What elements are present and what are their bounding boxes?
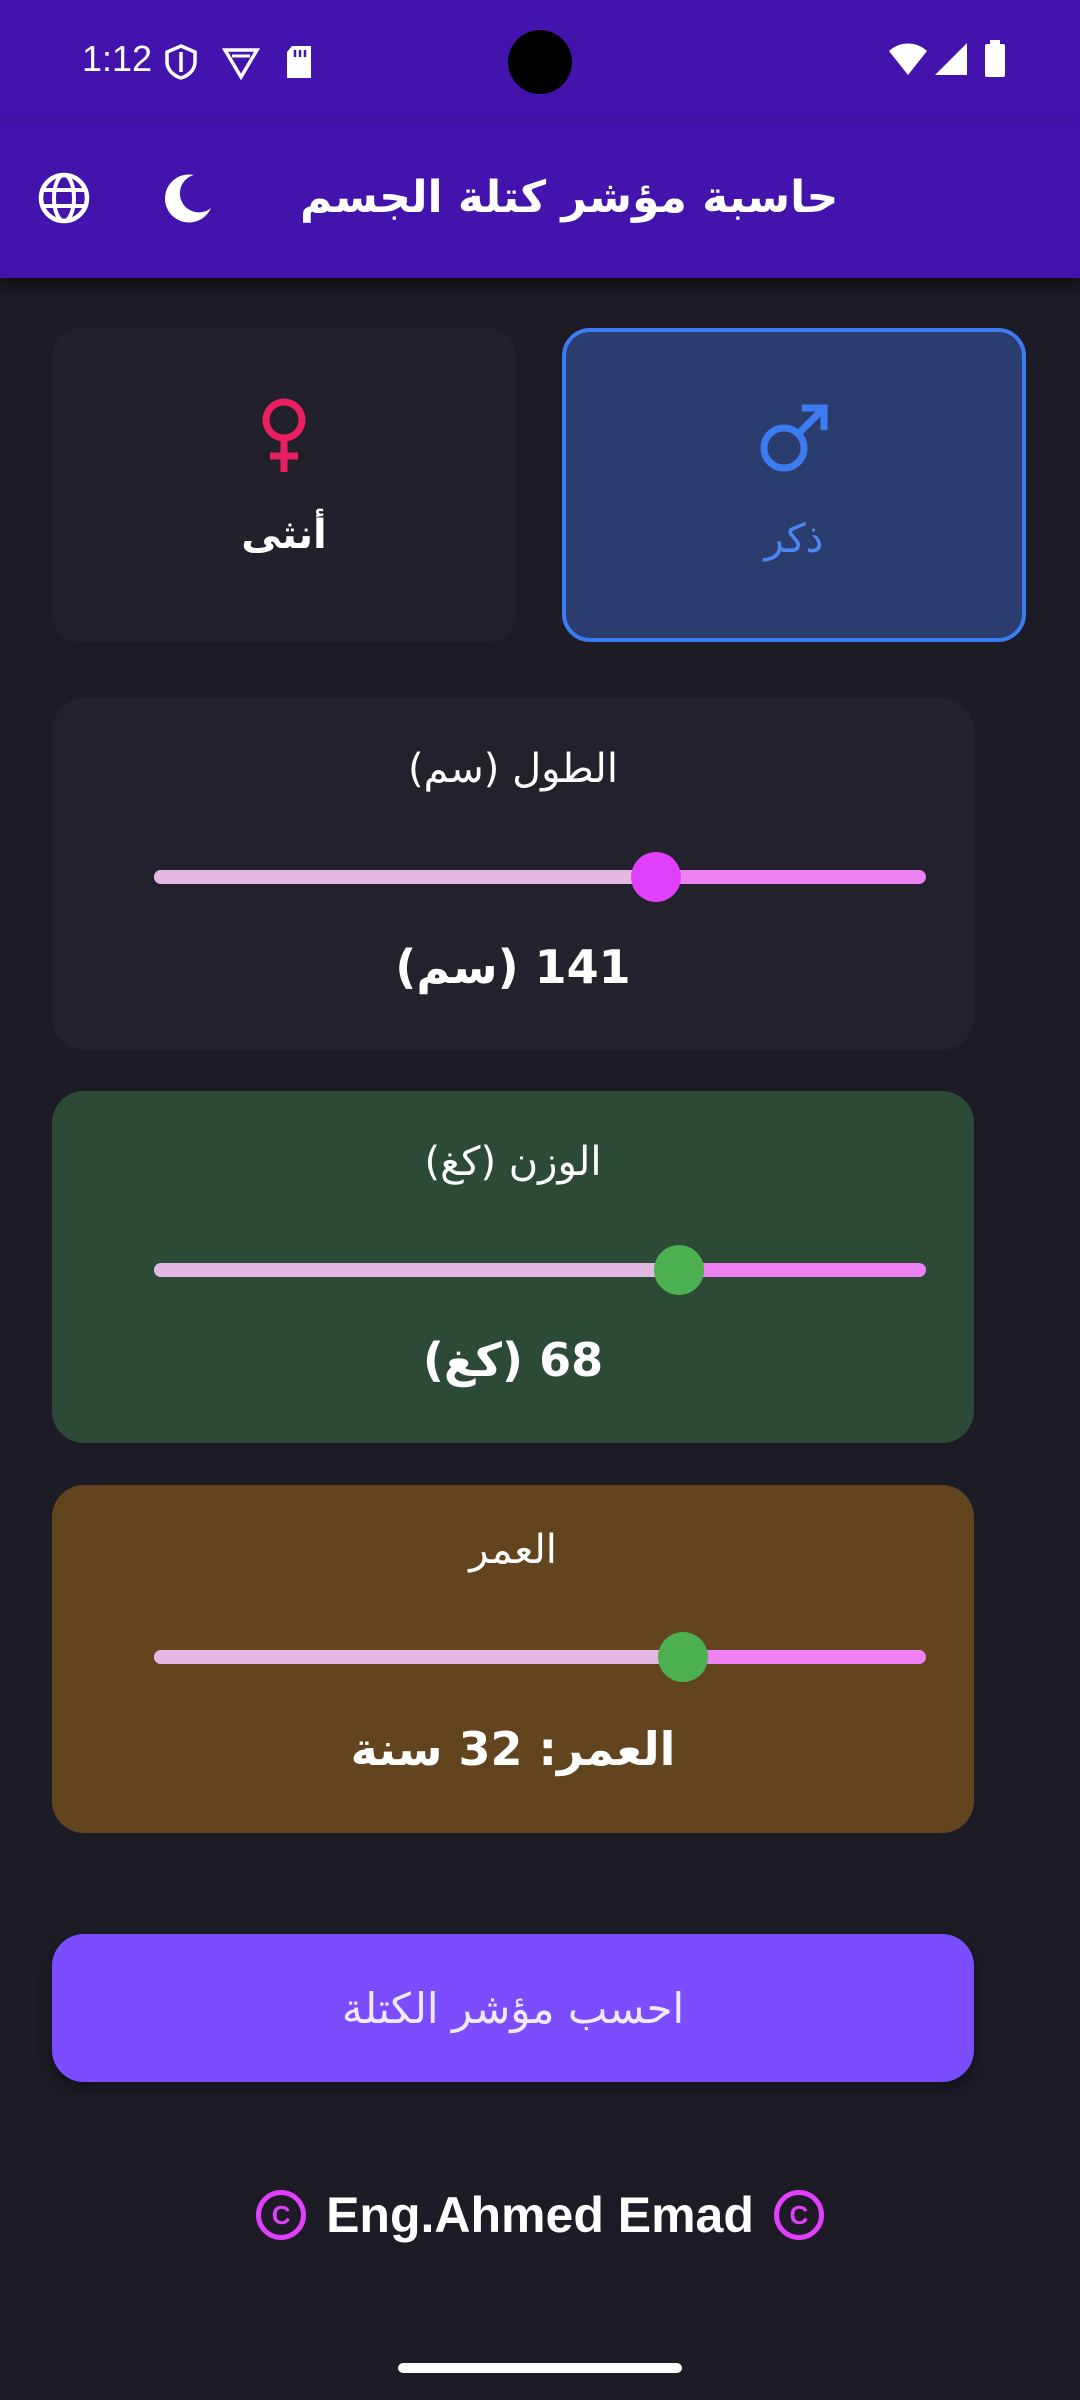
weight-label: الوزن (كغ) xyxy=(424,1139,602,1185)
weight-card: الوزن (كغ) 68 (كغ) xyxy=(52,1091,974,1443)
male-label: ذكر xyxy=(764,516,824,562)
shield-status-icon xyxy=(165,44,197,80)
author-name: Eng.Ahmed Emad xyxy=(326,2187,754,2243)
weight-slider-track-inactive xyxy=(154,1263,679,1277)
age-slider-track-inactive xyxy=(154,1650,683,1664)
height-value: 141 (سم) xyxy=(395,940,631,994)
wifi-icon xyxy=(889,43,927,75)
age-card: العمر العمر: 32 سنة xyxy=(52,1485,974,1833)
status-time: 1:12 xyxy=(82,38,153,79)
footer: C Eng.Ahmed Emad C xyxy=(0,2180,1080,2250)
copyright-icon: C xyxy=(773,2190,824,2240)
weight-slider-thumb[interactable] xyxy=(653,1245,704,1295)
male-card[interactable]: ذكر xyxy=(562,328,1026,642)
age-slider-thumb[interactable] xyxy=(657,1632,708,1682)
weight-slider[interactable] xyxy=(154,1245,926,1295)
globe-icon[interactable] xyxy=(32,166,96,230)
height-card: الطول (سم) 141 (سم) xyxy=(52,698,974,1050)
male-icon xyxy=(760,404,828,472)
calculate-bmi-button[interactable]: احسب مؤشر الكتلة xyxy=(52,1934,974,2082)
front-camera xyxy=(508,30,572,94)
moon-icon[interactable] xyxy=(156,166,220,230)
height-slider-thumb[interactable] xyxy=(630,852,681,902)
age-label: العمر xyxy=(469,1527,557,1573)
vpn-status-icon xyxy=(222,48,260,80)
weight-value: 68 (كغ) xyxy=(422,1333,604,1387)
cellular-signal-icon xyxy=(935,43,967,75)
female-card[interactable]: أنثى xyxy=(52,328,516,642)
age-slider[interactable] xyxy=(154,1632,926,1682)
height-slider[interactable] xyxy=(154,852,926,902)
sd-card-status-icon xyxy=(287,46,311,78)
battery-icon xyxy=(985,40,1005,77)
status-bar: 1:12 xyxy=(0,0,1080,122)
app-bar: حاسبة مؤشر كتلة الجسم xyxy=(0,122,1080,278)
female-icon xyxy=(262,398,306,472)
height-slider-track-inactive xyxy=(154,870,656,884)
home-indicator[interactable] xyxy=(398,2363,682,2373)
age-value: العمر: 32 سنة xyxy=(350,1722,676,1776)
female-label: أنثى xyxy=(241,512,327,558)
app-title: حاسبة مؤشر كتلة الجسم xyxy=(300,172,839,223)
copyright-icon: C xyxy=(256,2190,307,2240)
height-label: الطول (سم) xyxy=(408,746,618,792)
